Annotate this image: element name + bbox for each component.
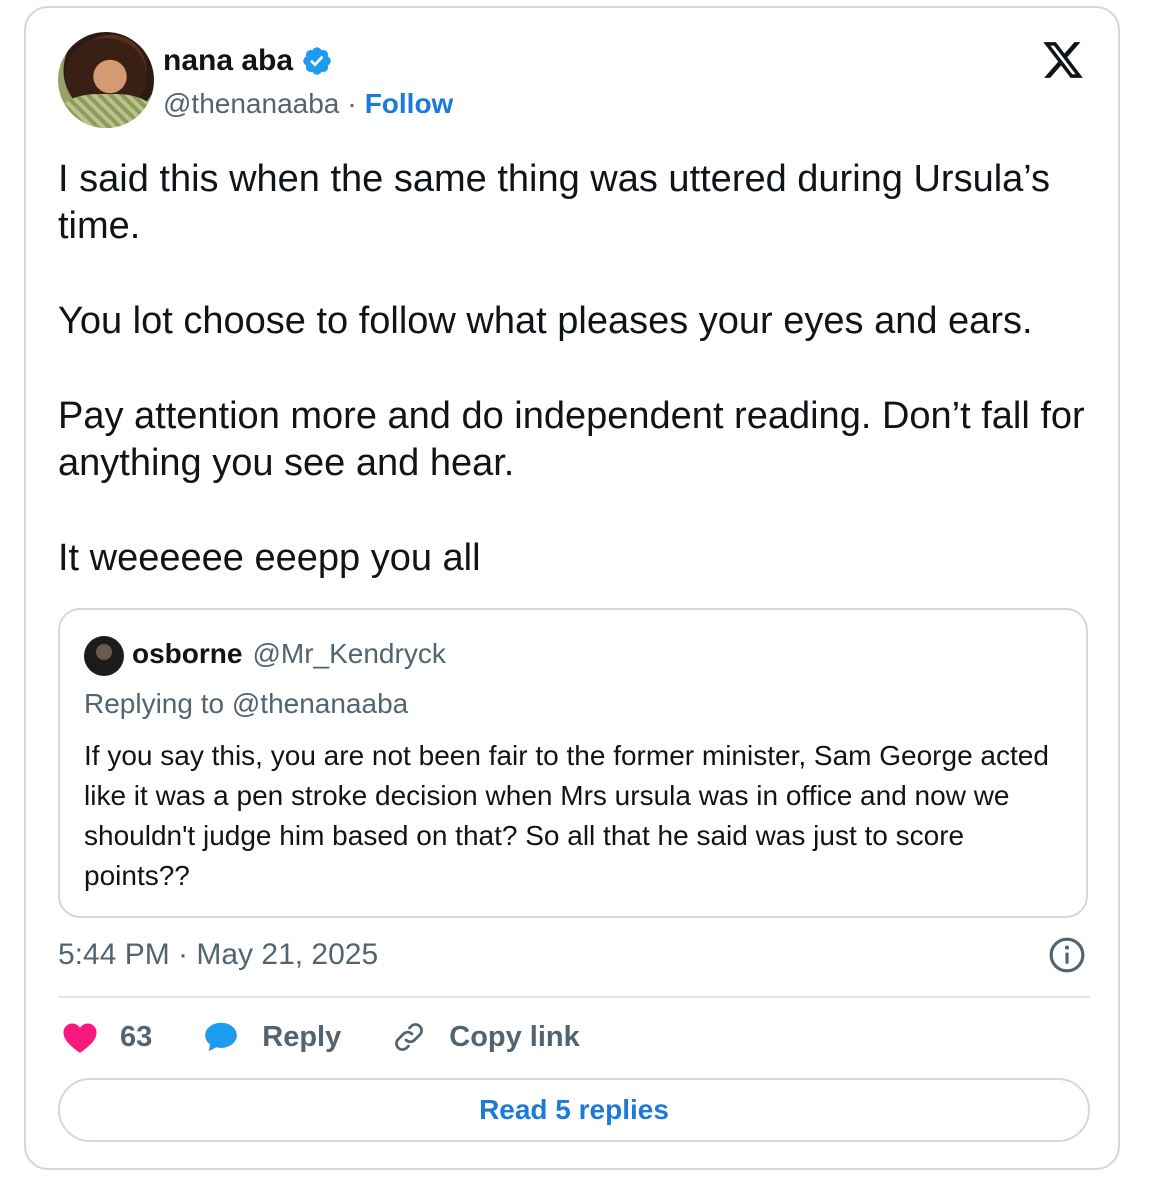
tweet-timestamp[interactable]: 5:44 PM · May 21, 2025 xyxy=(58,938,378,972)
author-name-row: nana aba xyxy=(163,44,333,78)
action-bar: 63 Reply Copy link xyxy=(62,1018,630,1056)
like-count: 63 xyxy=(120,1020,153,1053)
info-icon[interactable] xyxy=(1048,936,1086,974)
x-logo-icon[interactable] xyxy=(1040,38,1086,82)
quoted-tweet[interactable]: osborne @Mr_Kendryck Replying to @thenan… xyxy=(58,608,1088,918)
quoted-author-name[interactable]: osborne xyxy=(132,638,242,670)
tweet-paragraph: It weeeeee eeepp you all xyxy=(58,537,481,579)
follow-button[interactable]: Follow xyxy=(365,88,454,120)
link-icon xyxy=(395,1023,424,1051)
quoted-author-handle[interactable]: @Mr_Kendryck xyxy=(252,638,445,670)
reply-bubble-icon xyxy=(205,1022,238,1052)
author-handle[interactable]: @thenanaaba xyxy=(163,88,339,120)
copy-link-label: Copy link xyxy=(449,1020,580,1053)
tweet-paragraph: You lot choose to follow what pleases yo… xyxy=(58,300,1033,342)
heart-icon xyxy=(63,1023,97,1053)
verified-badge-icon xyxy=(303,47,331,75)
tweet-paragraph: I said this when the same thing was utte… xyxy=(58,158,1051,247)
reply-label: Reply xyxy=(262,1020,342,1053)
read-replies-button[interactable]: Read 5 replies xyxy=(58,1078,1090,1142)
quoted-tweet-text: If you say this, you are not been fair t… xyxy=(84,740,1049,891)
author-handle-row: @thenanaaba · Follow xyxy=(163,88,453,120)
tweet-card: nana aba @thenanaaba · Follow I said thi… xyxy=(24,6,1120,1170)
tweet-body: I said this when the same thing was utte… xyxy=(58,156,1098,582)
replying-to-label: Replying to @thenanaaba xyxy=(84,688,409,719)
quoted-author-row: osborne @Mr_Kendryck xyxy=(132,638,446,670)
author-display-name[interactable]: nana aba xyxy=(163,44,293,78)
reply-button[interactable]: Reply xyxy=(202,1018,341,1056)
author-avatar[interactable] xyxy=(58,32,154,128)
read-replies-label: Read 5 replies xyxy=(479,1094,669,1125)
tweet-paragraph: Pay attention more and do independent re… xyxy=(58,395,1085,484)
copy-link-button[interactable]: Copy link xyxy=(391,1019,580,1055)
quoted-author-avatar[interactable] xyxy=(84,636,124,676)
like-button[interactable]: 63 xyxy=(62,1020,152,1054)
handle-separator: · xyxy=(347,88,357,119)
divider xyxy=(58,996,1090,998)
